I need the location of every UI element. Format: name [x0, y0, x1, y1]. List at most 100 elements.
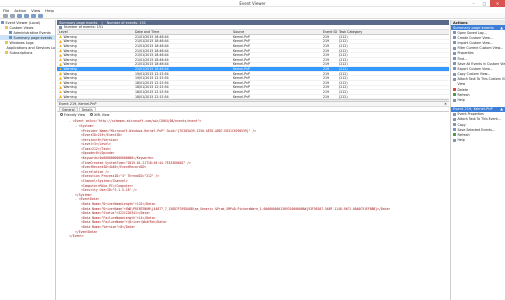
delete-icon [453, 88, 456, 92]
save-icon [453, 62, 456, 66]
tab-general[interactable]: General [59, 106, 78, 112]
show-hide-tree-icon[interactable] [24, 13, 29, 18]
cell-source: Kernel-PnP [233, 94, 250, 99]
cell-date: 21/01/2015 18:46:44 [135, 34, 169, 39]
tree-item[interactable]: Applications and Services Lo [0, 45, 56, 50]
cell-level-text: Warning [63, 66, 77, 71]
cell-task: (212) [339, 53, 348, 58]
open-folder-icon [453, 31, 456, 35]
collapse-icon[interactable]: ▲ [500, 26, 503, 30]
up-icon[interactable] [17, 13, 22, 18]
column-source[interactable]: Source [233, 30, 323, 34]
cell-level: Warning [57, 39, 135, 43]
cell-level-text: Warning [63, 80, 77, 85]
cell-level-text: Warning [63, 89, 77, 94]
maximize-button[interactable]: ▢ [479, 0, 490, 7]
action-item[interactable]: Save All Events in Custom View As... [451, 61, 505, 66]
menu-action[interactable]: Action [14, 8, 26, 13]
properties-icon [453, 51, 456, 55]
filter-icon [453, 36, 456, 40]
column-event-id[interactable]: Event ID [323, 30, 339, 34]
action-label: Event Properties [457, 112, 484, 117]
cell-source: Kernel-PnP [233, 57, 250, 62]
warning-icon [59, 58, 62, 62]
menu-file[interactable]: File [3, 8, 9, 13]
cell-level: Warning [57, 85, 135, 89]
warning-icon [59, 85, 62, 89]
tree-item[interactable]: Subscriptions [0, 50, 55, 55]
cell-date: 21/01/2015 18:46:44 [135, 62, 169, 67]
xml-view-option[interactable]: XML View [90, 113, 109, 117]
window-controls: – ▢ ✕ [468, 0, 505, 7]
cell-task: (212) [339, 89, 348, 94]
find-icon [453, 57, 456, 61]
cell-date: 21/01/2015 18:46:44 [135, 53, 169, 58]
main-pane: Summary page events | Number of events: … [57, 20, 449, 300]
cell-date: 18/01/2015 12:15:54 [135, 85, 169, 90]
copy-icon [453, 123, 456, 127]
action-item[interactable]: Attach Task To This Custom View... [451, 77, 505, 82]
friendly-view-option[interactable]: Friendly View [60, 113, 85, 117]
menu-view[interactable]: View [31, 8, 40, 13]
forward-icon[interactable] [10, 13, 15, 18]
warning-icon [59, 76, 62, 80]
cell-level: Warning [57, 76, 135, 80]
action-label: Find... [457, 56, 468, 61]
section-title: Event 219, Kernel-PnP [453, 107, 493, 112]
action-label: Attach Task To This Event... [457, 117, 501, 122]
close-button[interactable]: ✕ [490, 0, 505, 7]
cell-source: Kernel-PnP [233, 76, 250, 81]
action-item[interactable]: Attach Task To This Event... [451, 117, 505, 122]
actions-pane: Actions Summary page events ▲ Open Saved… [450, 20, 505, 300]
import-icon [453, 41, 456, 45]
cell-level: Warning [57, 95, 135, 99]
column-task[interactable]: Task Category [339, 30, 379, 34]
cell-level-text: Warning [63, 34, 77, 39]
action-item[interactable]: Filter Current Custom View... [451, 46, 505, 51]
tab-details[interactable]: Details [78, 106, 96, 112]
events-grid: Warning 21/01/2015 18:46:44 Kernel-PnP 219 (… [57, 34, 449, 100]
event-panel-title: Event 219, Kernel-PnP [59, 102, 97, 107]
cell-source: Kernel-PnP [233, 80, 250, 85]
cell-event-id: 219 [323, 53, 330, 58]
tree-item-label: Applications and Services Lo [6, 45, 56, 50]
cell-source: Kernel-PnP [233, 48, 250, 53]
folder-icon [5, 41, 8, 44]
column-level[interactable]: Level [57, 30, 135, 34]
warning-icon [59, 72, 62, 76]
action-label: Refresh [457, 132, 470, 137]
export-icon [453, 67, 456, 71]
back-icon[interactable] [3, 13, 8, 18]
cell-date: 21/01/2015 18:46:44 [135, 48, 169, 53]
cell-date: 21/01/2015 18:46:44 [135, 57, 169, 62]
minimize-button[interactable]: – [468, 0, 479, 7]
warning-icon [59, 44, 62, 48]
collapse-icon[interactable]: ▲ [500, 107, 503, 111]
help-icon [453, 138, 456, 142]
cell-level-text: Warning [63, 76, 77, 81]
cell-event-id: 219 [323, 80, 330, 85]
action-label: Delete [457, 87, 468, 92]
cell-source: Kernel-PnP [233, 53, 250, 58]
action-item[interactable]: Help [451, 138, 505, 143]
folder-icon [5, 26, 8, 29]
cell-level-text: Warning [63, 39, 77, 44]
cell-event-id: 219 [323, 76, 330, 81]
menu-help[interactable]: Help [45, 8, 54, 13]
cell-task: (212) [339, 62, 348, 67]
cell-date: 19/01/2015 12:15:54 [135, 76, 169, 81]
cell-level-text: Warning [63, 62, 77, 67]
cell-task: (212) [339, 85, 348, 90]
header-title: Summary page events [59, 20, 98, 25]
action-item[interactable]: Help [451, 97, 505, 102]
show-action-pane-icon[interactable] [38, 13, 43, 18]
column-date[interactable]: Date and Time [135, 30, 233, 34]
copy-icon [453, 72, 456, 76]
cell-task: (212) [339, 57, 348, 62]
help-icon[interactable] [31, 13, 36, 18]
warning-icon [59, 49, 62, 53]
cell-level-text: Warning [63, 94, 77, 99]
close-icon[interactable]: ✕ [444, 102, 447, 106]
toolbar [0, 13, 505, 19]
action-label: Refresh [457, 92, 470, 97]
